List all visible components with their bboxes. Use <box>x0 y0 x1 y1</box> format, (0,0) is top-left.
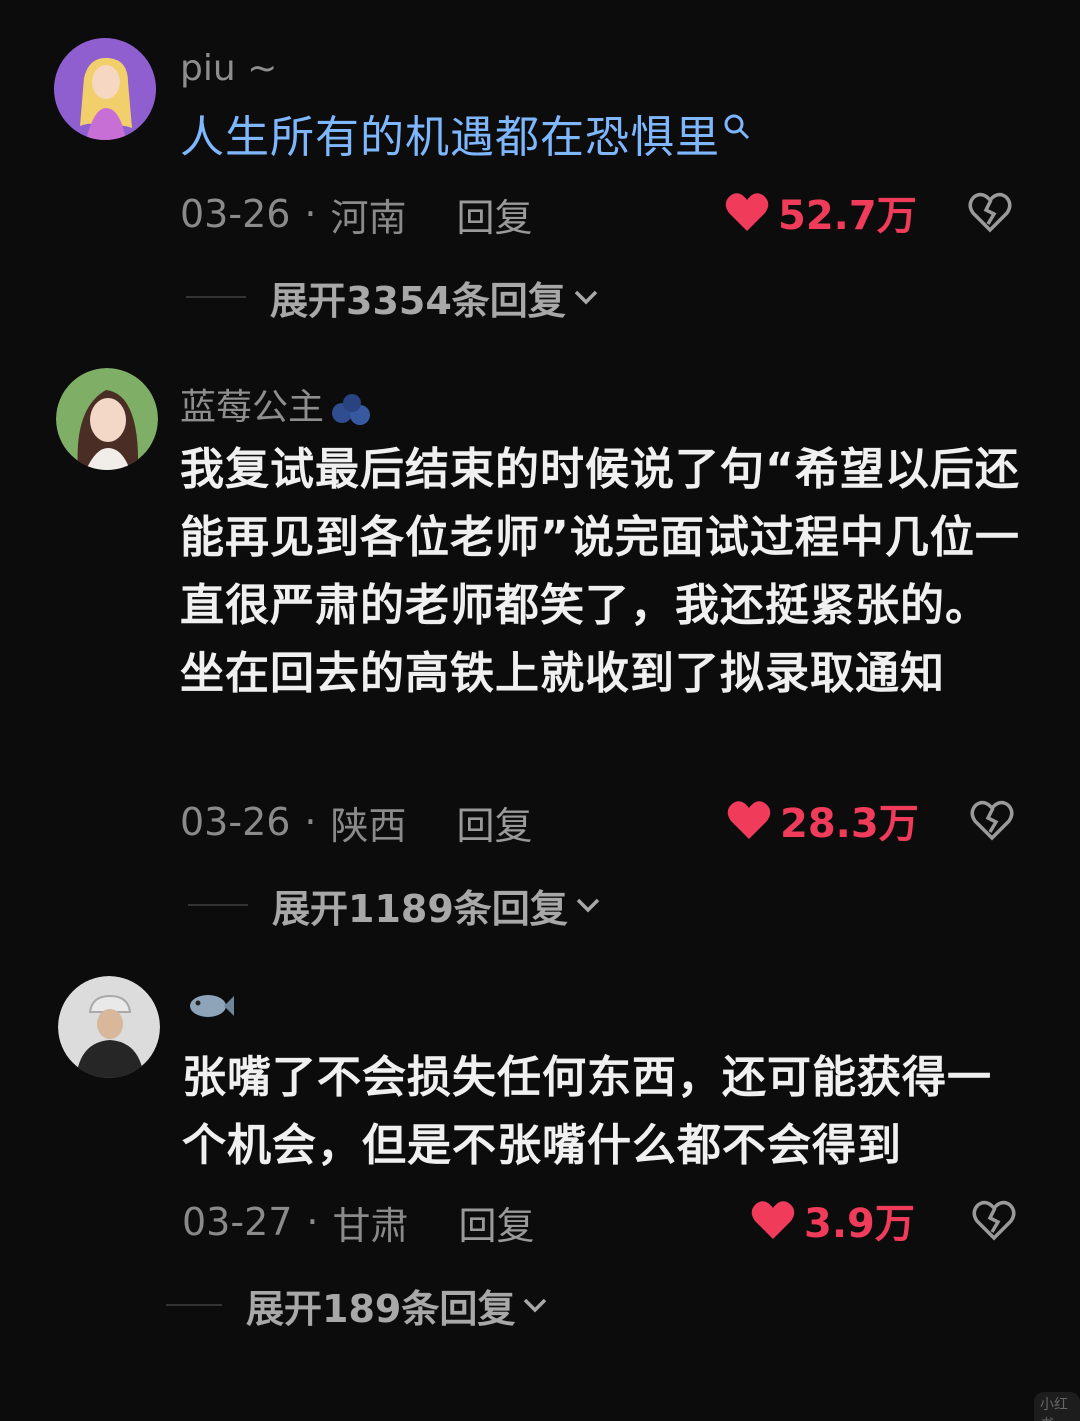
like-count: 3.9万 <box>804 1201 915 1247</box>
reply-button[interactable]: 回复 <box>459 1195 535 1250</box>
dislike-icon <box>972 1200 1016 1241</box>
comment-location: 河南 <box>330 195 407 240</box>
user-avatar[interactable] <box>56 368 158 470</box>
like-count: 52.7万 <box>778 193 917 239</box>
comment-location: 甘肃 <box>332 1203 409 1248</box>
chevron-down-icon <box>524 1298 547 1313</box>
comment-text[interactable]: 人生所有的机遇都在恐惧里 <box>180 104 1030 172</box>
chevron-down-icon <box>576 898 600 913</box>
like-button[interactable]: 3.9万 <box>750 1192 915 1248</box>
dislike-button[interactable] <box>968 796 1016 844</box>
blueberry-icon <box>332 394 371 425</box>
reply-button[interactable]: 回复 <box>457 795 533 850</box>
expand-replies[interactable]: 展开3354条回复 <box>186 272 600 323</box>
fish-icon <box>190 995 234 1017</box>
dislike-button[interactable] <box>966 188 1014 236</box>
heart-icon <box>751 1201 795 1239</box>
username[interactable]: 蓝莓公主 <box>180 378 378 430</box>
chevron-down-icon <box>574 290 598 305</box>
username[interactable]: piu ~ <box>180 48 277 89</box>
comment-meta: 03-26 · 陕西 回复 <box>180 794 533 850</box>
dislike-icon <box>968 192 1012 233</box>
comment-list: piu ~ 人生所有的机遇都在恐惧里 03-26 · 河南 回复 52.7万 展… <box>0 0 1080 1421</box>
comment-date: 03-27 <box>182 1200 293 1244</box>
search-icon[interactable] <box>722 112 752 142</box>
comment-text[interactable]: 张嘴了不会损失任何东西，还可能获得一个机会，但是不张嘴什么都不会得到 <box>182 1044 1032 1180</box>
watermark: 小红书 <box>1034 1392 1080 1421</box>
expand-replies[interactable]: 展开189条回复 <box>166 1280 549 1331</box>
comment-meta: 03-26 · 河南 回复 <box>180 186 533 242</box>
dislike-button[interactable] <box>970 1196 1018 1244</box>
expand-replies[interactable]: 展开1189条回复 <box>188 880 602 931</box>
like-count: 28.3万 <box>780 801 919 847</box>
user-avatar[interactable] <box>54 38 156 140</box>
heart-icon <box>727 801 771 839</box>
separator-dot: · <box>304 192 317 236</box>
comment-meta: 03-27 · 甘肃 回复 <box>182 1194 535 1250</box>
username[interactable] <box>180 984 236 1026</box>
divider-line <box>166 1304 222 1306</box>
comment-date: 03-26 <box>180 192 291 236</box>
comment-location: 陕西 <box>330 803 407 848</box>
like-button[interactable]: 28.3万 <box>726 792 919 848</box>
comment-text[interactable]: 我复试最后结束的时候说了句“希望以后还能再见到各位老师”说完面试过程中几位一直很… <box>180 436 1030 708</box>
reply-button[interactable]: 回复 <box>457 187 533 242</box>
like-button[interactable]: 52.7万 <box>724 184 917 240</box>
comment-date: 03-26 <box>180 800 291 844</box>
dislike-icon <box>970 800 1014 841</box>
heart-icon <box>725 193 769 231</box>
separator-dot: · <box>306 1200 319 1244</box>
divider-line <box>186 296 246 298</box>
separator-dot: · <box>304 800 317 844</box>
user-avatar[interactable] <box>58 976 160 1078</box>
divider-line <box>188 904 248 906</box>
